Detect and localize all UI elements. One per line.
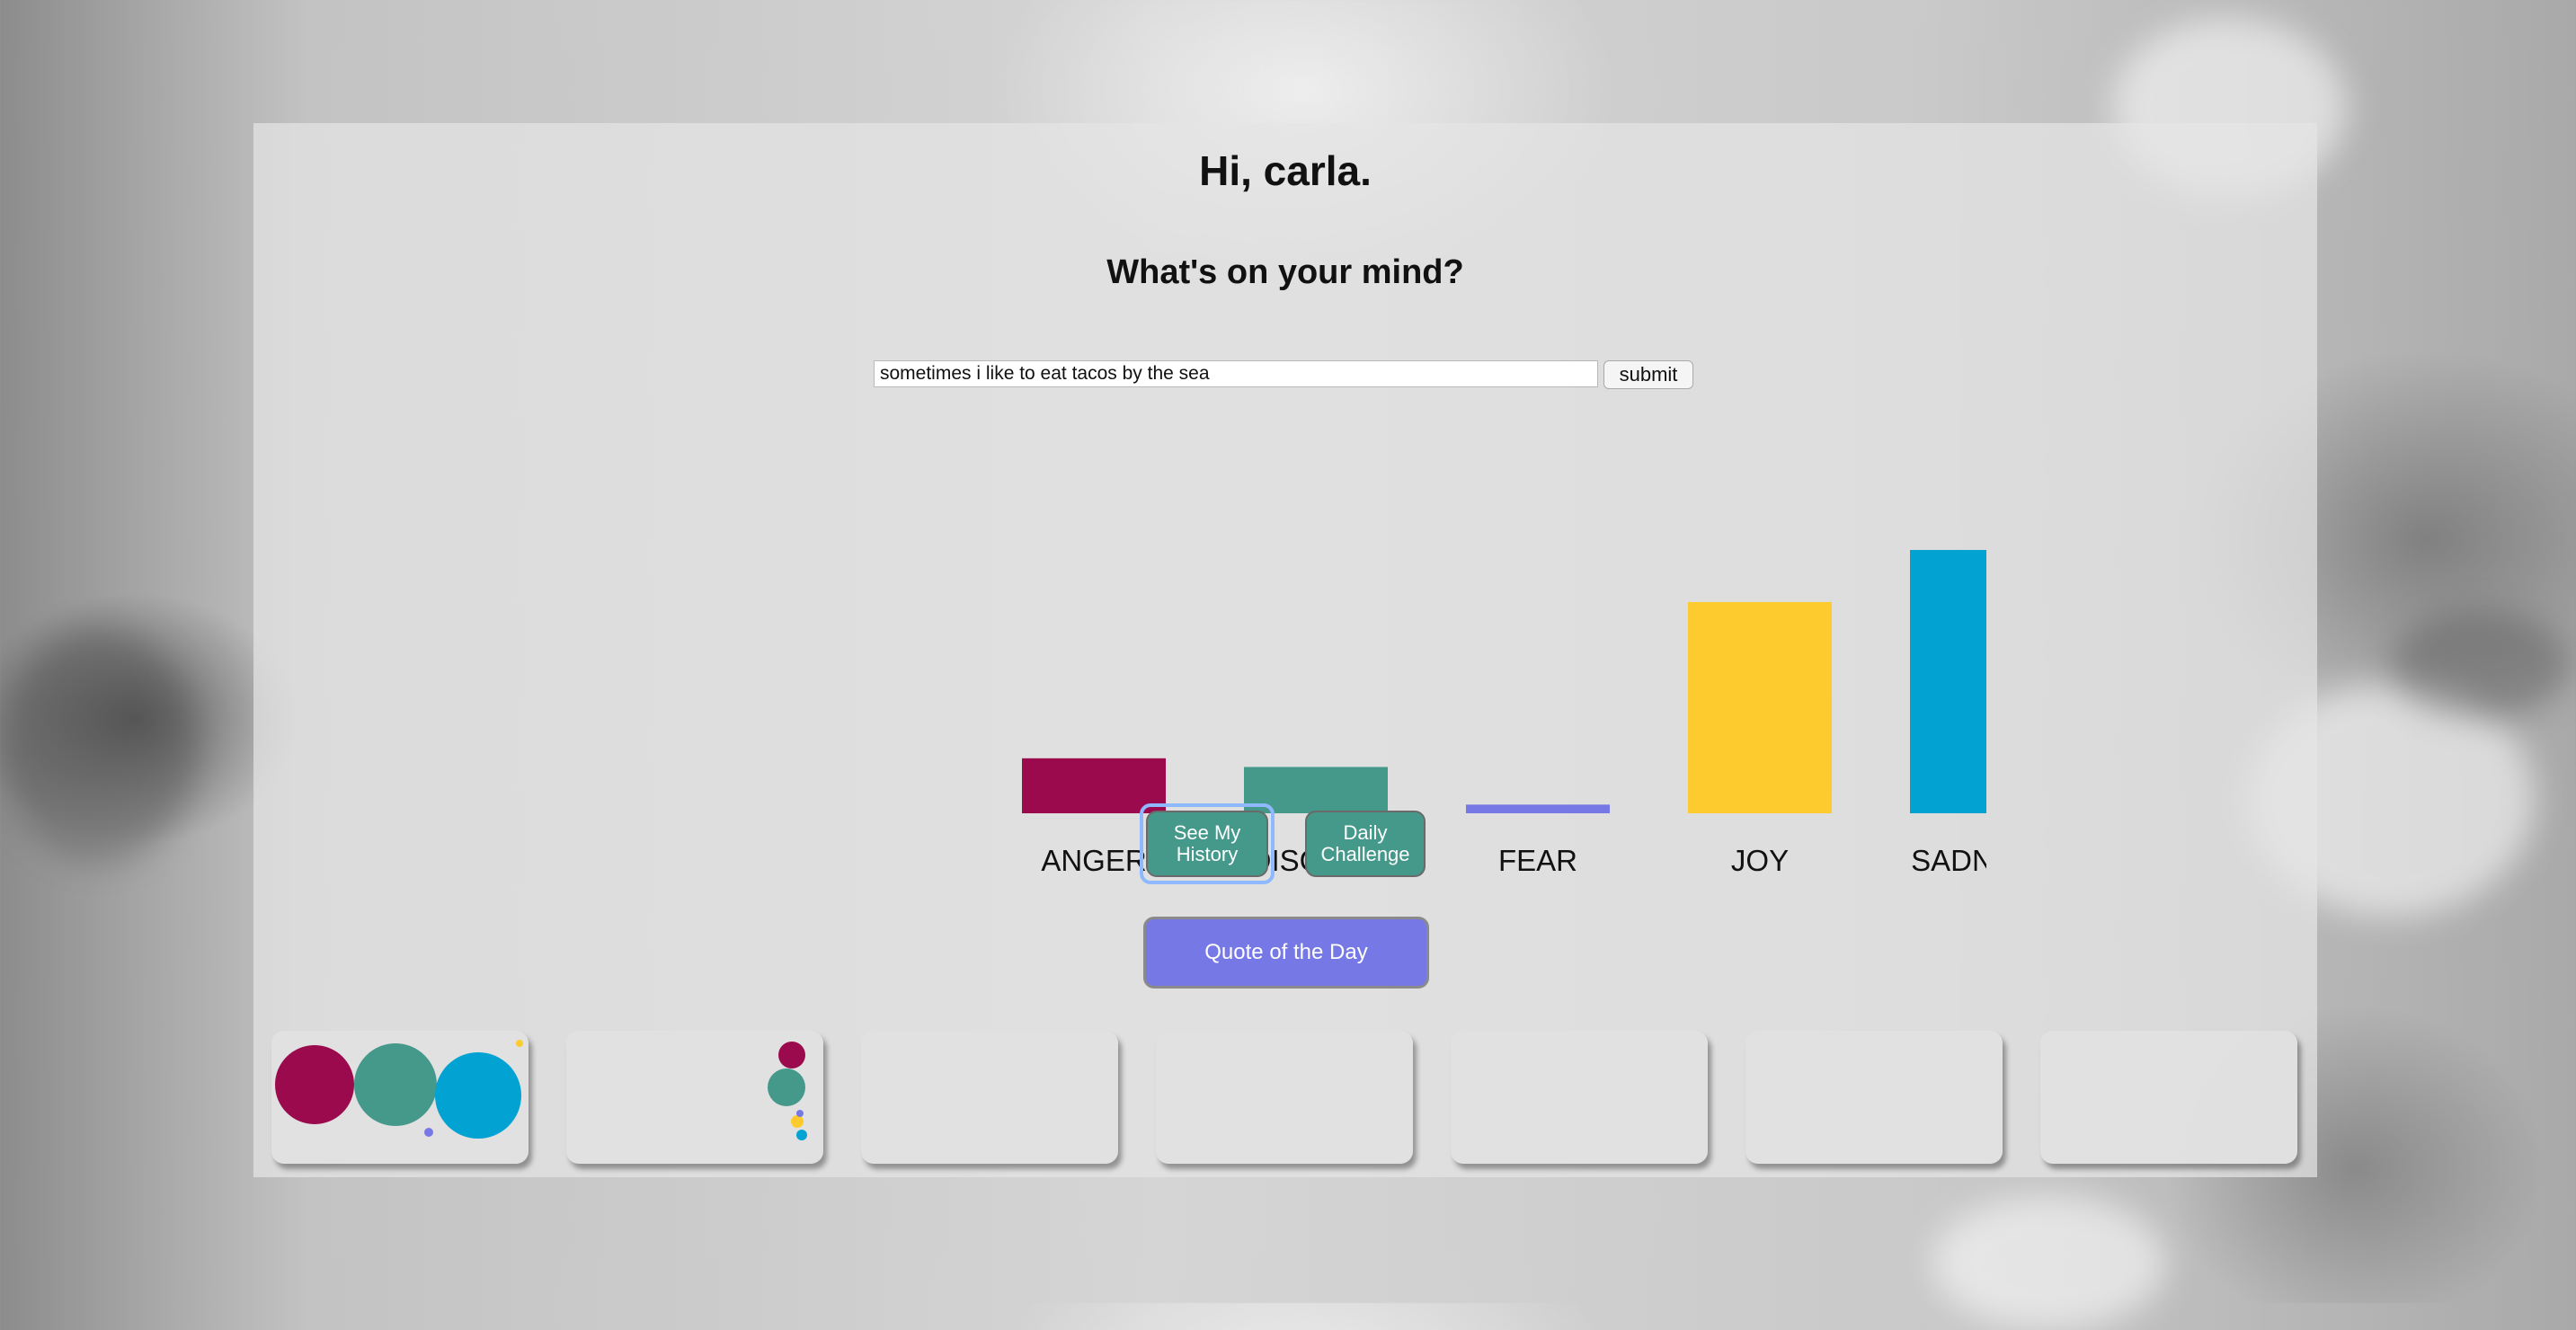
history-card[interactable] bbox=[1156, 1031, 1413, 1164]
history-card[interactable] bbox=[861, 1031, 1118, 1164]
bar-sadness bbox=[1910, 549, 1986, 813]
history-card[interactable] bbox=[1451, 1031, 1708, 1164]
history-card[interactable] bbox=[2040, 1031, 2297, 1164]
quote-of-the-day-button[interactable]: Quote of the Day bbox=[1143, 917, 1429, 989]
bar-joy bbox=[1688, 601, 1832, 813]
daily-challenge-button[interactable]: Daily Challenge bbox=[1305, 811, 1426, 877]
emotion-dot-anger bbox=[778, 1042, 805, 1068]
emotion-dot-disgust bbox=[768, 1068, 805, 1106]
tick-label-fear: FEAR bbox=[1498, 844, 1577, 877]
greeting-heading: Hi, carla. bbox=[1199, 147, 1372, 194]
emotion-dot-fear bbox=[796, 1110, 804, 1117]
tick-label-anger: ANGER bbox=[1041, 844, 1146, 877]
prompt-heading: What's on your mind? bbox=[1106, 253, 1464, 291]
emotion-dot-fear bbox=[424, 1128, 433, 1137]
bar-fear bbox=[1466, 804, 1610, 813]
history-card[interactable] bbox=[271, 1031, 529, 1164]
background-blur-blob bbox=[0, 629, 198, 863]
see-history-button[interactable]: See My History bbox=[1146, 811, 1268, 877]
emotion-dot-sadness bbox=[796, 1130, 807, 1140]
tick-label-sadness: SADNESS bbox=[1911, 844, 1986, 877]
history-card[interactable] bbox=[1745, 1031, 2003, 1164]
emotion-dot-anger bbox=[275, 1045, 354, 1124]
background-blur-blob bbox=[2391, 611, 2571, 719]
emotion-dot-disgust bbox=[354, 1043, 437, 1126]
background-blur-blob bbox=[1932, 1195, 2166, 1330]
emotion-dot-joy bbox=[516, 1040, 523, 1047]
emotion-dot-joy bbox=[791, 1115, 804, 1128]
mood-text-input[interactable] bbox=[874, 360, 1598, 387]
history-card[interactable] bbox=[566, 1031, 823, 1164]
main-panel: Hi, carla. What's on your mind? submit A… bbox=[253, 123, 2317, 1177]
tick-label-joy: JOY bbox=[1731, 844, 1789, 877]
submit-button[interactable]: submit bbox=[1603, 360, 1693, 389]
emotion-dot-sadness bbox=[435, 1052, 521, 1139]
